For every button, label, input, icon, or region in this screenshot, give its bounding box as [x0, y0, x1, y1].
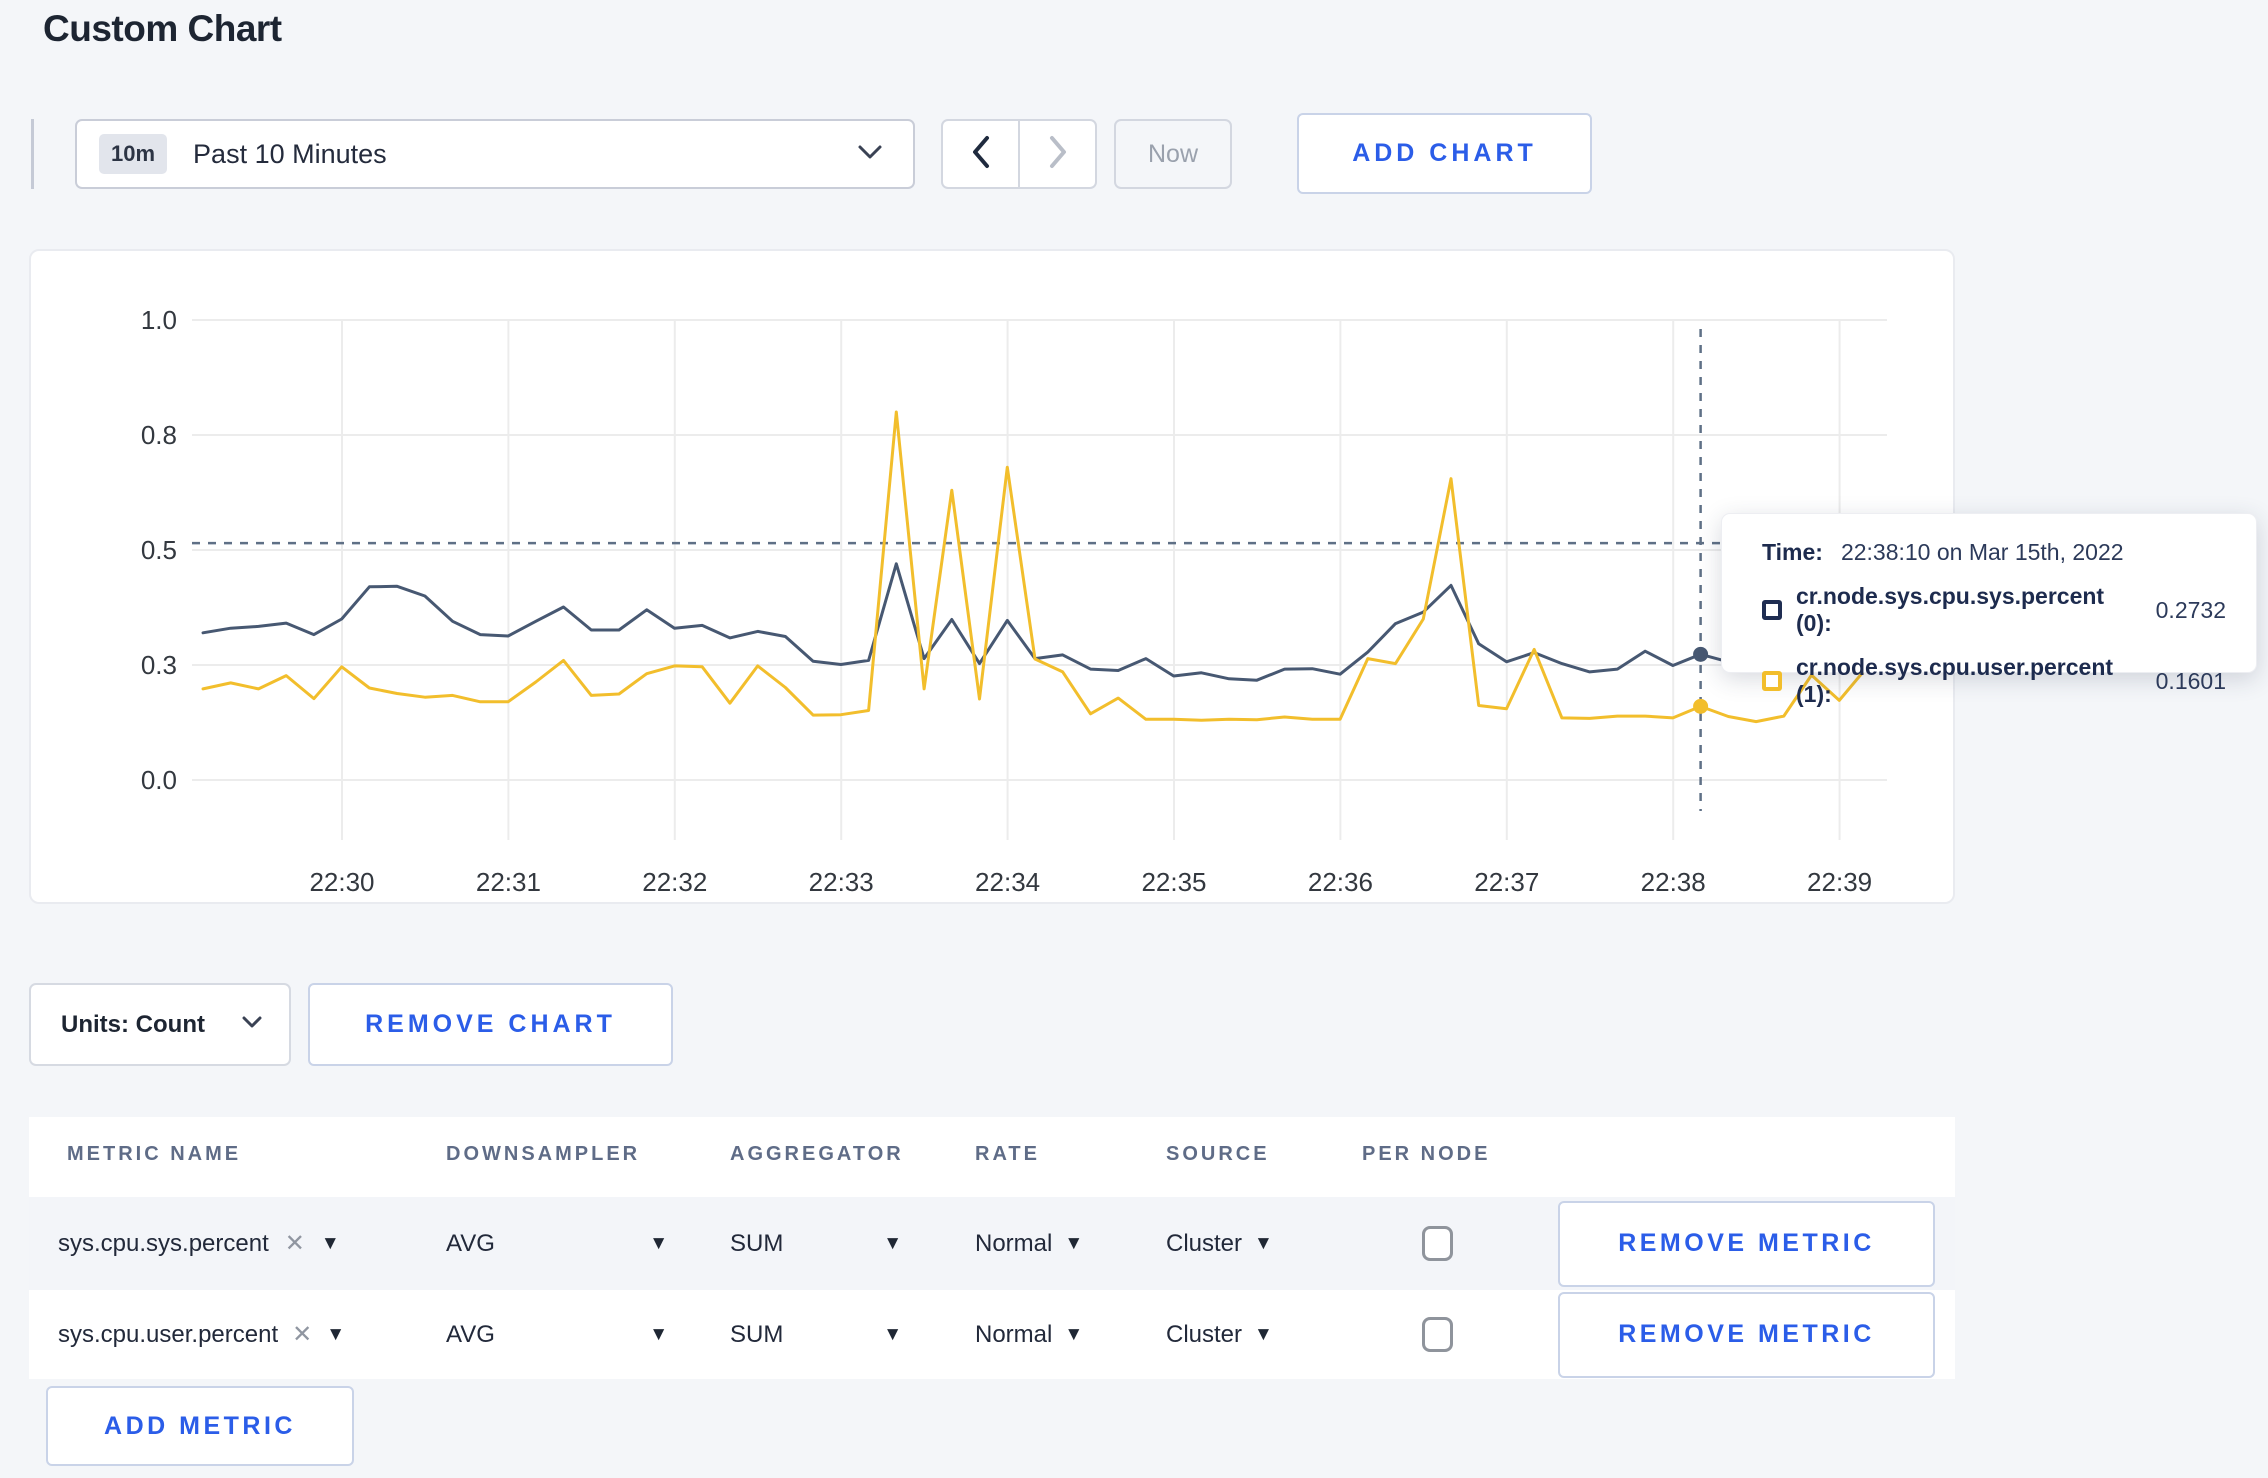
tooltip-time-label: Time: — [1762, 539, 1823, 565]
downsampler-select[interactable]: AVG ▼ — [446, 1230, 668, 1258]
add-metric-button[interactable]: ADD METRIC — [46, 1386, 354, 1466]
metric-row: sys.cpu.sys.percent ✕ ▼ AVG ▼ SUM ▼ Norm… — [29, 1197, 1955, 1290]
metrics-table-header: METRIC NAME DOWNSAMPLER AGGREGATOR RATE … — [29, 1117, 1955, 1197]
caret-down-icon: ▼ — [320, 1233, 340, 1254]
svg-text:22:30: 22:30 — [309, 867, 374, 897]
toolbar-divider — [31, 119, 34, 189]
remove-metric-button[interactable]: REMOVE METRIC — [1558, 1200, 1935, 1287]
now-button[interactable]: Now — [1114, 119, 1232, 189]
svg-text:22:34: 22:34 — [975, 867, 1040, 897]
aggregator-select[interactable]: SUM ▼ — [730, 1321, 902, 1349]
col-header-aggregator: AGGREGATOR — [730, 1143, 904, 1165]
source-value: Cluster — [1166, 1320, 1243, 1348]
svg-text:22:35: 22:35 — [1141, 867, 1206, 897]
col-header-per-node: PER NODE — [1362, 1143, 1491, 1165]
svg-text:22:31: 22:31 — [476, 867, 541, 897]
aggregator-value: SUM — [730, 1229, 784, 1257]
caret-down-icon: ▼ — [649, 1233, 668, 1254]
downsampler-value: AVG — [446, 1229, 495, 1257]
chart-panel: 0.0 0.3 0.5 0.8 1.0 22:30 22:31 22:32 22:33 22:34… — [29, 249, 1955, 904]
downsampler-value: AVG — [446, 1320, 495, 1348]
sys-series-swatch-icon — [1762, 600, 1782, 620]
chevron-right-icon — [1048, 135, 1068, 174]
per-node-checkbox[interactable] — [1422, 1317, 1453, 1352]
per-node-checkbox[interactable] — [1422, 1226, 1453, 1261]
timeframe-label: Past 10 Minutes — [193, 138, 387, 169]
col-header-source: SOURCE — [1166, 1143, 1270, 1165]
svg-text:22:39: 22:39 — [1807, 867, 1872, 897]
page-title: Custom Chart — [43, 8, 282, 49]
metric-name-label: sys.cpu.user.percent — [58, 1320, 279, 1348]
tooltip-series-value: 0.1601 — [2155, 667, 2226, 694]
col-header-metric-name: METRIC NAME — [67, 1143, 242, 1165]
rate-value: Normal — [975, 1320, 1053, 1348]
units-label: Units: Count — [61, 1010, 205, 1038]
svg-text:22:33: 22:33 — [809, 867, 874, 897]
tooltip-series-row: cr.node.sys.cpu.sys.percent (0): 0.2732 — [1762, 583, 2226, 637]
svg-text:22:38: 22:38 — [1641, 867, 1706, 897]
close-icon[interactable]: ✕ — [285, 1231, 305, 1256]
prev-time-button[interactable] — [943, 121, 1018, 187]
metric-name-select[interactable]: sys.cpu.user.percent ✕ ▼ — [58, 1321, 345, 1349]
col-header-downsampler: DOWNSAMPLER — [446, 1143, 641, 1165]
tooltip-series-label: cr.node.sys.cpu.sys.percent (0): — [1796, 583, 2105, 636]
caret-down-icon: ▼ — [649, 1324, 668, 1345]
caret-down-icon: ▼ — [1064, 1324, 1084, 1345]
timeframe-select[interactable]: 10m Past 10 Minutes — [75, 119, 915, 189]
svg-text:0.8: 0.8 — [141, 420, 177, 450]
aggregator-value: SUM — [730, 1320, 784, 1348]
chevron-left-icon — [971, 135, 991, 174]
tooltip-series-value: 0.2732 — [2155, 596, 2226, 623]
caret-down-icon: ▼ — [883, 1324, 902, 1345]
tooltip-series-label: cr.node.sys.cpu.user.percent (1): — [1796, 654, 2114, 707]
user-series-swatch-icon — [1762, 671, 1782, 691]
col-header-rate: RATE — [975, 1143, 1040, 1165]
chevron-down-icon — [857, 144, 883, 165]
svg-text:22:37: 22:37 — [1474, 867, 1539, 897]
remove-metric-button[interactable]: REMOVE METRIC — [1558, 1291, 1935, 1378]
source-value: Cluster — [1166, 1229, 1243, 1257]
tooltip-time-value: 22:38:10 on Mar 15th, 2022 — [1840, 539, 2124, 565]
source-select[interactable]: Cluster ▼ — [1166, 1230, 1273, 1258]
downsampler-select[interactable]: AVG ▼ — [446, 1321, 668, 1349]
aggregator-select[interactable]: SUM ▼ — [730, 1230, 902, 1258]
units-select[interactable]: Units: Count — [29, 983, 291, 1066]
tooltip-time-row: Time: 22:38:10 on Mar 15th, 2022 — [1762, 539, 2226, 566]
svg-text:22:36: 22:36 — [1308, 867, 1373, 897]
next-time-button[interactable] — [1018, 121, 1095, 187]
close-icon[interactable]: ✕ — [292, 1322, 312, 1347]
time-nav-group — [941, 119, 1097, 189]
chevron-down-icon — [241, 1015, 263, 1034]
rate-value: Normal — [975, 1229, 1053, 1257]
svg-text:0.0: 0.0 — [141, 765, 177, 795]
source-select[interactable]: Cluster ▼ — [1166, 1321, 1273, 1349]
timeframe-badge: 10m — [99, 134, 168, 174]
svg-text:1.0: 1.0 — [141, 305, 177, 335]
metric-name-select[interactable]: sys.cpu.sys.percent ✕ ▼ — [58, 1230, 340, 1258]
caret-down-icon: ▼ — [326, 1324, 346, 1345]
chart-tooltip: Time: 22:38:10 on Mar 15th, 2022 cr.node… — [1721, 513, 2257, 707]
metrics-table: METRIC NAME DOWNSAMPLER AGGREGATOR RATE … — [29, 1117, 1955, 1379]
caret-down-icon: ▼ — [1254, 1233, 1273, 1254]
svg-text:22:32: 22:32 — [642, 867, 707, 897]
remove-chart-button[interactable]: REMOVE CHART — [308, 983, 673, 1066]
metric-row: sys.cpu.user.percent ✕ ▼ AVG ▼ SUM ▼ Nor… — [29, 1290, 1955, 1379]
add-chart-button[interactable]: ADD CHART — [1297, 113, 1592, 194]
caret-down-icon: ▼ — [1254, 1324, 1273, 1345]
caret-down-icon: ▼ — [883, 1233, 902, 1254]
rate-select[interactable]: Normal ▼ — [975, 1230, 1083, 1258]
tooltip-series-row: cr.node.sys.cpu.user.percent (1): 0.1601 — [1762, 654, 2226, 708]
svg-text:0.3: 0.3 — [141, 650, 177, 680]
caret-down-icon: ▼ — [1064, 1233, 1084, 1254]
svg-text:0.5: 0.5 — [141, 535, 177, 565]
metric-name-label: sys.cpu.sys.percent — [58, 1229, 269, 1257]
chart-svg[interactable]: 0.0 0.3 0.5 0.8 1.0 22:30 22:31 22:32 22:33 22:34… — [31, 251, 1953, 902]
rate-select[interactable]: Normal ▼ — [975, 1321, 1083, 1349]
